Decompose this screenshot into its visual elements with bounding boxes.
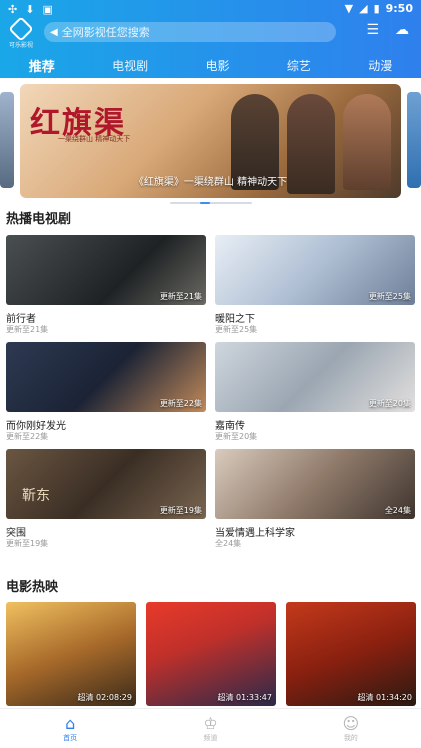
search-bar[interactable]: ◀ 全网影视任您搜索	[44, 22, 336, 42]
nav-channel-label: 频道	[203, 733, 218, 742]
logo-mark-icon	[8, 16, 34, 42]
tv-card[interactable]: 更新至22集 而你刚好发光 更新至22集	[6, 342, 206, 442]
battery-icon: ▮	[373, 2, 380, 15]
tab-anime[interactable]: 动漫	[368, 57, 392, 74]
search-placeholder: 全网影视任您搜索	[61, 26, 150, 39]
tv-update-status: 更新至22集	[6, 432, 49, 441]
episode-badge: 全24集	[384, 506, 411, 515]
tv-update-status: 更新至21集	[6, 325, 49, 334]
logo-text: 可乐影视	[8, 42, 33, 49]
tv-update-status: 更新至25集	[215, 325, 258, 334]
banner-carousel[interactable]: 红旗渠 一渠绕群山 精神动天下 《红旗渠》一渠绕群山 精神动天下	[0, 82, 421, 200]
tv-thumbnail: 全24集	[215, 449, 415, 519]
section-title-tv: 热播电视剧	[6, 212, 72, 227]
bottom-navigation: ⌂ 首页 ♔ 频道 ☺ 我的	[0, 708, 421, 748]
search-icon: ◀	[50, 26, 58, 38]
banner-prev-peek[interactable]	[0, 92, 14, 188]
tv-title: 突围	[6, 528, 26, 539]
tab-movie[interactable]: 电影	[205, 57, 229, 74]
tv-card[interactable]: 全24集 当爱情遇上科学家 全24集	[215, 449, 415, 549]
wifi-icon: ▼	[344, 2, 354, 15]
tv-update-status: 更新至19集	[6, 539, 49, 548]
tv-title: 而你刚好发光	[6, 421, 66, 432]
history-icon[interactable]: ☰	[366, 22, 379, 38]
tv-thumbnail: 更新至25集	[215, 235, 415, 305]
banner-art-subtitle: 一渠绕群山 精神动天下	[58, 135, 131, 143]
nav-channel[interactable]: ♔ 频道	[180, 713, 240, 743]
episode-badge: 更新至25集	[368, 292, 411, 301]
thumbnail-actor-text: 靳东	[22, 488, 50, 504]
carousel-indicator	[170, 202, 252, 204]
tv-update-status: 更新至20集	[215, 432, 258, 441]
section-title-movies: 电影热映	[6, 580, 59, 595]
status-time: 9:50	[385, 2, 413, 15]
movie-duration-badge: 超清 01:34:20	[357, 693, 412, 702]
tv-title: 嘉南传	[215, 421, 245, 432]
notification-a-icon: ▣	[42, 3, 53, 16]
carousel-indicator-active	[200, 202, 210, 204]
header: ✣ ⬇ ▣ ▼ ◢ ▮ 9:50 可乐影视 ◀ 全网影视任您搜索 ☰ ☁ 推荐 …	[0, 0, 421, 78]
nav-profile-label: 我的	[343, 733, 358, 742]
tv-card[interactable]: 更新至20集 嘉南传 更新至20集	[215, 342, 415, 442]
tab-recommend[interactable]: 推荐	[29, 56, 55, 75]
download-icon: ⬇	[25, 3, 35, 16]
tv-thumbnail: 更新至20集	[215, 342, 415, 412]
banner-next-peek[interactable]	[407, 92, 421, 188]
tv-title: 暖阳之下	[215, 314, 255, 325]
tab-variety[interactable]: 综艺	[287, 57, 311, 74]
nav-home[interactable]: ⌂ 首页	[40, 713, 100, 743]
signal-icon: ◢	[359, 2, 368, 15]
episode-badge: 更新至21集	[159, 292, 202, 301]
movie-card[interactable]: 超清 01:33:47	[146, 602, 276, 706]
status-bar: ✣ ⬇ ▣ ▼ ◢ ▮ 9:50	[0, 0, 421, 18]
tv-title: 当爱情遇上科学家	[215, 528, 295, 539]
movie-card[interactable]: 超清 01:34:20	[286, 602, 416, 706]
cloud-download-icon[interactable]: ☁	[395, 22, 409, 38]
movie-card[interactable]: 超清 02:08:29	[6, 602, 136, 706]
tv-update-status: 全24集	[215, 539, 242, 548]
nav-profile[interactable]: ☺ 我的	[321, 713, 381, 743]
tv-card[interactable]: 更新至21集 前行者 更新至21集	[6, 235, 206, 335]
movie-duration-badge: 超清 02:08:29	[77, 693, 132, 702]
channel-icon: ♔	[203, 713, 218, 733]
tab-tv[interactable]: 电视剧	[112, 57, 148, 74]
episode-badge: 更新至19集	[159, 506, 202, 515]
tv-thumbnail: 更新至21集	[6, 235, 206, 305]
episode-badge: 更新至22集	[159, 399, 202, 408]
movie-duration-badge: 超清 01:33:47	[217, 693, 272, 702]
episode-badge: 更新至20集	[368, 399, 411, 408]
home-icon: ⌂	[65, 713, 76, 733]
banner-caption: 《红旗渠》一渠绕群山 精神动天下	[133, 177, 288, 188]
tv-title: 前行者	[6, 314, 36, 325]
tv-card[interactable]: 更新至25集 暖阳之下 更新至25集	[215, 235, 415, 335]
app-logo[interactable]: 可乐影视	[6, 16, 36, 50]
app-notification-icon: ✣	[8, 3, 18, 16]
tv-thumbnail: 靳东 更新至19集	[6, 449, 206, 519]
category-tabs: 推荐 电视剧 电影 综艺 动漫	[0, 52, 421, 78]
tv-thumbnail: 更新至22集	[6, 342, 206, 412]
profile-icon: ☺	[342, 713, 360, 733]
tv-card[interactable]: 靳东 更新至19集 突围 更新至19集	[6, 449, 206, 549]
nav-home-label: 首页	[63, 733, 78, 742]
banner-slide[interactable]: 红旗渠 一渠绕群山 精神动天下 《红旗渠》一渠绕群山 精神动天下	[20, 84, 401, 198]
